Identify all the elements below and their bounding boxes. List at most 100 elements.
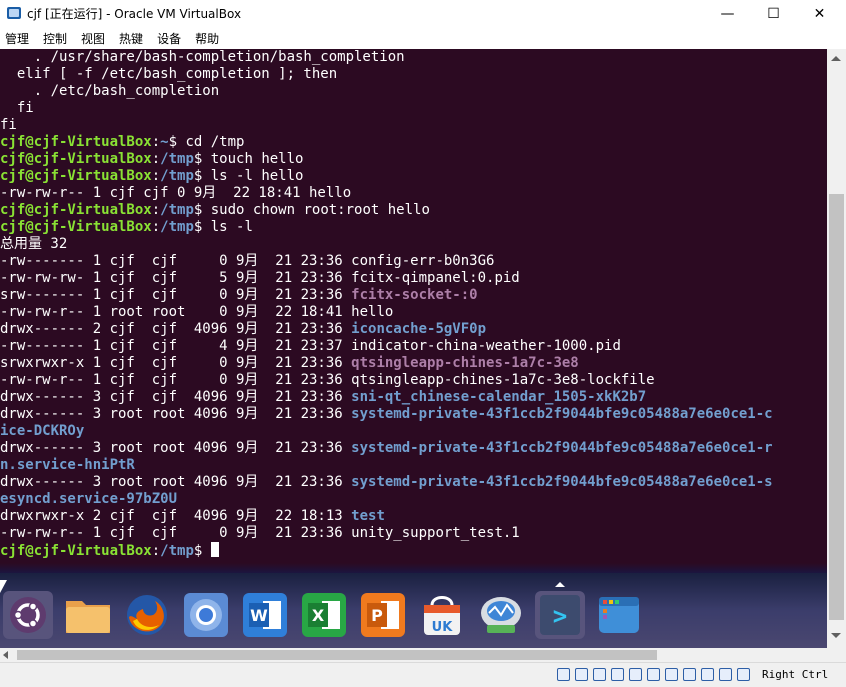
ls-row-filename: qtsingleapp-chines-1a7c-3e8 <box>351 355 579 371</box>
vertical-scroll-thumb[interactable] <box>829 194 844 620</box>
ls-row-meta: drwx------ 3 root root 4096 9月 21 23:36 <box>0 440 352 456</box>
display-icon[interactable] <box>665 668 678 681</box>
command-text: ls -l <box>202 219 253 235</box>
optical-drive-icon[interactable] <box>575 668 588 681</box>
ls-row-meta: srwxrwxr-x 1 cjf cjf 0 9月 21 23:36 <box>0 355 352 371</box>
prompt-line: cjf@cjf-VirtualBox:/tmp$ sudo chown root… <box>0 202 430 218</box>
chromium-icon[interactable] <box>181 591 231 639</box>
menu-control[interactable]: 控制 <box>38 30 74 47</box>
ls-row-filename: systemd-private-43f1ccb2f9044bfe9c05488a… <box>351 440 773 456</box>
minimize-button[interactable]: — <box>705 0 750 27</box>
files-icon[interactable] <box>63 591 113 639</box>
terminal-line: fi <box>0 117 17 133</box>
ls-row-meta: drwx------ 3 root root 4096 9月 21 23:36 <box>0 474 352 490</box>
ls-row-meta: -rw-rw-r-- 1 cjf cjf 0 9月 21 23:36 <box>0 372 352 388</box>
command-text: cd /tmp <box>177 134 245 150</box>
firefox-icon[interactable] <box>122 591 172 639</box>
prompt-user-host: cjf@cjf-VirtualBox <box>0 134 152 150</box>
prompt-user-host: cjf@cjf-VirtualBox <box>0 151 152 167</box>
hard-disk-icon[interactable] <box>557 668 570 681</box>
guest-display[interactable]: . /usr/share/bash-completion/bash_comple… <box>0 49 827 648</box>
command-text: touch hello <box>202 151 304 167</box>
ls-row-filename: systemd-private-43f1ccb2f9044bfe9c05488a… <box>351 406 773 422</box>
ls-row: n.service-hniPtR <box>0 457 827 474</box>
menu-hotkeys[interactable]: 热键 <box>114 30 150 47</box>
wps-presentation-letter: P <box>371 606 383 625</box>
ls-row-filename: config-err-b0n3G6 <box>351 253 495 269</box>
ls-row: -rw-rw-rw- 1 cjf cjf 5 9月 21 23:36 fcitx… <box>0 270 827 287</box>
command-text: sudo chown root:root hello <box>202 202 430 218</box>
menu-manage[interactable]: 管理 <box>0 30 36 47</box>
mouse-integration-icon[interactable] <box>737 668 750 681</box>
ls-row: -rw------- 1 cjf cjf 0 9月 21 23:36 confi… <box>0 253 827 270</box>
command-text: ls -l hello <box>202 168 304 184</box>
ls-row-meta: drwxrwxr-x 2 cjf cjf 4096 9月 22 18:13 <box>0 508 352 524</box>
usb-icon[interactable] <box>629 668 642 681</box>
software-center-icon[interactable]: UK <box>417 591 467 639</box>
ubuntu-dash-icon[interactable] <box>3 591 53 639</box>
ls-row: drwx------ 3 root root 4096 9月 21 23:36 … <box>0 474 827 491</box>
ls-row: drwxrwxr-x 2 cjf cjf 4096 9月 22 18:13 te… <box>0 508 827 525</box>
maximize-button[interactable]: ☐ <box>751 0 796 27</box>
ls-row: drwx------ 3 cjf cjf 4096 9月 21 23:36 sn… <box>0 389 827 406</box>
system-monitor-icon[interactable] <box>476 591 526 639</box>
prompt-path: /tmp <box>160 219 194 235</box>
terminal-line: fi <box>0 100 34 116</box>
virtualization-icon[interactable] <box>719 668 732 681</box>
output-line: -rw-rw-r-- 1 cjf cjf 0 9月 22 18:41 hello <box>0 185 352 201</box>
wps-presentation-icon[interactable]: P <box>358 591 408 639</box>
ls-row: -rw-rw-r-- 1 cjf cjf 0 9月 21 23:36 unity… <box>0 525 827 542</box>
status-bar: Right Ctrl <box>0 662 846 687</box>
terminal-line: . /usr/share/bash-completion/bash_comple… <box>0 49 405 65</box>
video-capture-icon[interactable] <box>683 668 696 681</box>
ls-row: ice-DCKROy <box>0 423 827 440</box>
prompt-line: cjf@cjf-VirtualBox:/tmp$ touch hello <box>0 151 304 167</box>
mouse-pointer <box>0 580 7 593</box>
terminal-icon[interactable]: > <box>535 591 585 639</box>
ls-listing: -rw------- 1 cjf cjf 0 9月 21 23:36 confi… <box>0 253 827 542</box>
output-line: 总用量 32 <box>0 236 68 252</box>
horizontal-scrollbar[interactable] <box>0 648 846 662</box>
prompt-path: /tmp <box>160 151 194 167</box>
processor-icon[interactable] <box>701 668 714 681</box>
desktop-strip <box>0 563 827 573</box>
scroll-left-arrow-icon[interactable] <box>3 651 8 659</box>
ls-row-filename: qtsingleapp-chines-1a7c-3e8-lockfile <box>351 372 655 388</box>
prompt-line: cjf@cjf-VirtualBox:/tmp$ ls -l hello <box>0 168 304 184</box>
scroll-up-arrow-icon[interactable] <box>831 56 841 61</box>
terminal-line: elif [ -f /etc/bash_completion ]; then <box>0 66 338 82</box>
ls-row: drwx------ 2 cjf cjf 4096 9月 21 23:36 ic… <box>0 321 827 338</box>
menu-devices[interactable]: 设备 <box>152 30 188 47</box>
audio-icon[interactable] <box>593 668 606 681</box>
active-app-arrow-icon <box>555 582 565 587</box>
ls-row: srwxrwxr-x 1 cjf cjf 0 9月 21 23:36 qtsin… <box>0 355 827 372</box>
ls-row-filename: iconcache-5gVF0p <box>351 321 487 337</box>
terminal-glyph: > <box>553 602 567 630</box>
ls-row-filename: hello <box>351 304 394 320</box>
prompt-path: /tmp <box>160 168 194 184</box>
close-button[interactable]: ✕ <box>797 0 842 27</box>
scroll-down-arrow-icon[interactable] <box>831 633 841 638</box>
workspace-switcher-icon[interactable] <box>594 591 644 639</box>
menu-bar: 管理 控制 视图 热键 设备 帮助 <box>0 27 846 49</box>
wps-writer-icon[interactable]: W <box>240 591 290 639</box>
shared-folders-icon[interactable] <box>647 668 660 681</box>
ls-row-filename: test <box>351 508 385 524</box>
virtualbox-icon <box>7 7 21 19</box>
text-cursor <box>210 542 219 557</box>
terminal[interactable]: . /usr/share/bash-completion/bash_comple… <box>0 49 827 563</box>
menu-view[interactable]: 视图 <box>76 30 112 47</box>
wps-writer-letter: W <box>250 606 268 625</box>
network-icon[interactable] <box>611 668 624 681</box>
wps-spreadsheets-icon[interactable]: X <box>299 591 349 639</box>
prompt-path: ~ <box>160 134 169 150</box>
ls-row: drwx------ 3 root root 4096 9月 21 23:36 … <box>0 406 827 423</box>
vertical-scrollbar[interactable] <box>827 49 846 648</box>
prompt-line: cjf@cjf-VirtualBox:~$ cd /tmp <box>0 134 245 150</box>
menu-help[interactable]: 帮助 <box>190 30 226 47</box>
horizontal-scroll-thumb[interactable] <box>17 650 657 660</box>
ls-row-filename: esyncd.service-97bZ0U <box>0 491 178 507</box>
ls-row: -rw-rw-r-- 1 cjf cjf 0 9月 21 23:36 qtsin… <box>0 372 827 389</box>
ls-row: -rw------- 1 cjf cjf 4 9月 21 23:37 indic… <box>0 338 827 355</box>
ls-row-filename: unity_support_test.1 <box>351 525 520 541</box>
